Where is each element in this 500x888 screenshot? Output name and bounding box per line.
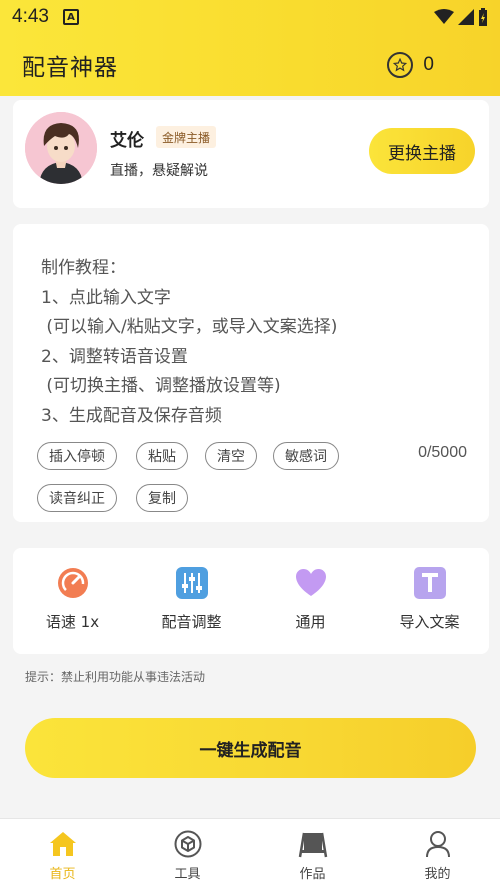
general-tool[interactable]: 通用 [251,548,370,654]
status-bar: 4:43 A [0,0,500,34]
status-time: 4:43 [12,6,49,27]
tab-label: 作品 [299,867,326,882]
cube-icon [173,829,203,859]
copy-chip[interactable]: 复制 [136,484,188,512]
generate-dubbing-button[interactable]: 一键生成配音 [25,718,476,778]
anchor-badge: 金牌主播 [156,126,217,148]
speed-tool[interactable]: 语速 1x [13,548,132,654]
equalizer-icon [174,565,210,601]
tutorial-line: 3、生成配音及保存音频 [41,405,222,426]
anchor-avatar[interactable] [25,112,97,184]
wifi-icon [434,9,454,24]
paste-chip[interactable]: 粘贴 [136,442,188,470]
clear-chip[interactable]: 清空 [205,442,257,470]
works-icon [298,829,328,859]
char-counter: 0/5000 [418,444,467,461]
coin-count: 0 [423,54,434,75]
tools-card: 语速 1x 配音调整 通用 导入文案 [13,548,489,654]
insert-pause-chip[interactable]: 插入停顿 [37,442,117,470]
tab-profile[interactable]: 我的 [375,819,500,888]
speedometer-icon [55,565,91,601]
voice-adjust-tool[interactable]: 配音调整 [132,548,251,654]
tutorial-line: 制作教程： [41,258,126,278]
battery-icon [479,8,487,26]
tab-works[interactable]: 作品 [250,819,375,888]
anchor-tags: 直播，悬疑解说 [110,163,208,179]
text-editor-card[interactable]: 制作教程： 1、点此输入文字 (可以输入/粘贴文字，或导入文案选择) 2、调整转… [13,224,489,522]
tab-label: 我的 [424,867,451,882]
legal-hint: 提示：禁止利用功能从事违法活动 [25,670,206,684]
bottom-tab-bar: 首页 工具 作品 我的 [0,818,500,888]
tutorial-line: (可切换主播、调整播放设置等) [41,376,281,396]
anchor-card: 艾伦 金牌主播 直播，悬疑解说 更换主播 [13,100,489,208]
tab-tools[interactable]: 工具 [125,819,250,888]
change-anchor-button[interactable]: 更换主播 [369,128,475,174]
home-icon [48,829,78,859]
tab-label: 首页 [49,867,76,882]
coin-balance[interactable]: 0 [387,52,434,78]
text-input-placeholder[interactable]: 制作教程： 1、点此输入文字 (可以输入/粘贴文字，或导入文案选择) 2、调整转… [41,254,337,431]
sensitive-words-chip[interactable]: 敏感词 [273,442,339,470]
tab-label: 工具 [174,867,201,882]
import-text-tool[interactable]: 导入文案 [370,548,489,654]
heart-icon [293,565,329,601]
tutorial-line: (可以输入/粘贴文字，或导入文案选择) [41,317,338,337]
signal-icon [458,9,474,25]
tutorial-line: 1、点此输入文字 [41,287,171,308]
text-import-icon [412,565,448,601]
header-bar: 4:43 A 配音神器 0 [0,0,500,96]
notification-icon: A [62,9,79,25]
tool-label: 通用 [295,613,326,631]
tab-home[interactable]: 首页 [0,819,125,888]
tool-label: 配音调整 [161,613,222,631]
anchor-name: 艾伦 [110,131,144,151]
user-icon [423,829,453,859]
star-coin-icon [387,52,414,78]
app-title: 配音神器 [22,55,118,81]
tool-label: 导入文案 [399,613,460,631]
pronunciation-fix-chip[interactable]: 读音纠正 [37,484,117,512]
tutorial-line: 2、调整转语音设置 [41,346,188,367]
tool-label: 语速 1x [45,613,100,631]
title-row: 配音神器 0 [0,40,500,90]
